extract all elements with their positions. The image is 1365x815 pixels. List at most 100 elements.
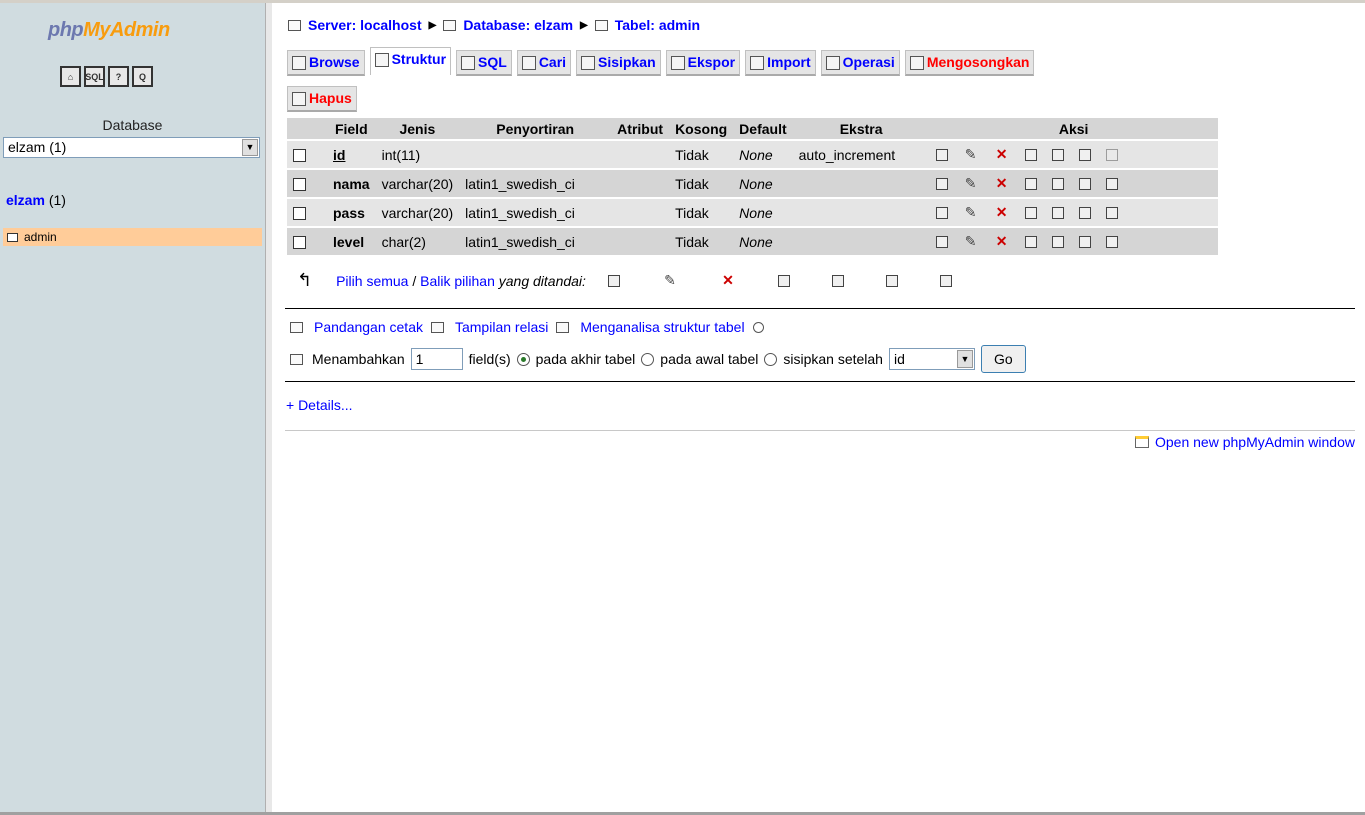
uncheck-all-link[interactable]: Balik pilihan: [420, 273, 495, 289]
fulltext-icon[interactable]: [1105, 235, 1118, 248]
index-icon[interactable]: [1078, 148, 1091, 161]
fulltext-icon[interactable]: [939, 274, 952, 287]
row-checkbox[interactable]: [293, 207, 306, 221]
radio-at-end[interactable]: [516, 352, 530, 366]
edit-icon[interactable]: ✎: [963, 146, 979, 163]
analyze-structure-link[interactable]: Menganalisa struktur tabel: [580, 319, 744, 335]
after-field-select[interactable]: id ▼: [888, 348, 975, 370]
browse-icon: [292, 56, 306, 70]
browse-distinct-icon[interactable]: [935, 235, 948, 248]
quick-icons: ⌂ SQL ? Q: [60, 66, 153, 87]
open-new-window[interactable]: Open new phpMyAdmin window: [1135, 434, 1355, 450]
header-aksi: Aksi: [929, 118, 1218, 139]
edit-icon[interactable]: ✎: [662, 272, 678, 289]
tab-import[interactable]: Import: [745, 50, 816, 76]
add-fields-form: Menambahkan 1 field(s) pada akhir tabel …: [290, 345, 1026, 373]
browse-distinct-icon[interactable]: [935, 148, 948, 161]
row-checkbox[interactable]: [293, 236, 306, 250]
home-icon[interactable]: ⌂: [60, 66, 81, 87]
field-count-input[interactable]: 1: [410, 348, 463, 370]
field-collation: latin1_swedish_ci: [459, 228, 612, 255]
table-links: Pandangan cetak Tampilan relasi Menganal…: [290, 319, 764, 335]
primary-key-icon[interactable]: [1024, 177, 1037, 190]
print-view-link[interactable]: Pandangan cetak: [314, 319, 423, 335]
help-icon[interactable]: [752, 321, 764, 333]
tab-browse[interactable]: Browse: [287, 50, 365, 76]
fulltext-icon[interactable]: [1105, 177, 1118, 190]
database-label: Database: [102, 117, 163, 133]
database-name-link[interactable]: elzam (1): [6, 192, 66, 208]
delete-icon[interactable]: ✕: [994, 146, 1010, 163]
primary-key-icon[interactable]: [1024, 148, 1037, 161]
query-icon[interactable]: Q: [132, 66, 153, 87]
field-collation: [459, 141, 612, 168]
radio-after[interactable]: [764, 352, 778, 366]
arrow-up-left-icon: ↰: [297, 270, 313, 290]
insert-icon: [581, 56, 596, 70]
sql-icon[interactable]: SQL: [84, 66, 105, 87]
delete-icon[interactable]: ✕: [720, 272, 736, 289]
breadcrumb-table[interactable]: Tabel: admin: [615, 17, 700, 33]
open-new-window-link[interactable]: Open new phpMyAdmin window: [1155, 434, 1355, 450]
tab-sql[interactable]: SQL: [456, 50, 512, 76]
tab-cari[interactable]: Cari: [516, 50, 572, 76]
row-checkbox[interactable]: [293, 178, 306, 192]
delete-icon[interactable]: ✕: [994, 175, 1010, 192]
divider: [285, 381, 1355, 382]
go-button[interactable]: Go: [980, 345, 1026, 373]
unique-icon[interactable]: [831, 274, 844, 287]
index-icon[interactable]: [1078, 206, 1091, 219]
tab-hapus[interactable]: Hapus: [287, 86, 357, 112]
field-collation: latin1_swedish_ci: [459, 199, 612, 226]
fulltext-icon[interactable]: [1105, 206, 1118, 219]
edit-icon[interactable]: ✎: [963, 175, 979, 192]
unique-icon[interactable]: [1051, 235, 1064, 248]
operations-icon: [825, 56, 840, 70]
database-select[interactable]: elzam (1) ▼: [3, 137, 260, 158]
field-name: id: [327, 141, 376, 168]
row-checkbox[interactable]: [293, 149, 306, 163]
unique-icon[interactable]: [1051, 177, 1064, 190]
chevron-down-icon[interactable]: ▼: [242, 139, 258, 156]
phpmyadmin-logo[interactable]: phpMyAdmin: [48, 19, 170, 42]
tab-ekspor[interactable]: Ekspor: [665, 50, 741, 76]
help-icon[interactable]: ?: [108, 66, 129, 87]
index-icon[interactable]: [1078, 235, 1091, 248]
edit-icon[interactable]: ✎: [963, 233, 979, 250]
index-icon[interactable]: [885, 274, 898, 287]
unique-icon[interactable]: [1051, 148, 1064, 161]
browse-distinct-icon[interactable]: [607, 274, 620, 287]
primary-key-icon[interactable]: [777, 274, 790, 287]
breadcrumb-database[interactable]: Database: elzam: [463, 17, 573, 33]
index-icon[interactable]: [1078, 177, 1091, 190]
structure-icon: [374, 53, 389, 67]
tab-sisipkan[interactable]: Sisipkan: [576, 50, 661, 76]
check-all-link[interactable]: Pilih semua: [336, 273, 408, 289]
tab-operasi[interactable]: Operasi: [820, 50, 900, 76]
field-default: None: [733, 141, 793, 168]
primary-key-icon[interactable]: [1024, 206, 1037, 219]
primary-key-icon[interactable]: [1024, 235, 1037, 248]
browse-distinct-icon[interactable]: [935, 206, 948, 219]
table-icon: [594, 19, 608, 31]
browse-distinct-icon[interactable]: [935, 177, 948, 190]
relation-view-link[interactable]: Tampilan relasi: [455, 319, 548, 335]
radio-at-begin[interactable]: [641, 352, 655, 366]
field-extra: [792, 170, 930, 197]
new-window-icon: [1135, 436, 1149, 448]
unique-icon[interactable]: [1051, 206, 1064, 219]
frame-divider[interactable]: [265, 3, 272, 812]
chevron-down-icon[interactable]: ▼: [956, 350, 973, 368]
sidebar-item-admin[interactable]: admin: [3, 228, 262, 246]
details-link[interactable]: + Details...: [286, 397, 353, 413]
tab-struktur[interactable]: Struktur: [369, 47, 452, 75]
delete-icon[interactable]: ✕: [994, 204, 1010, 221]
at-end-label: pada akhir tabel: [535, 351, 636, 367]
with-selected-label: yang ditandai:: [498, 272, 586, 289]
breadcrumb-server[interactable]: Server: localhost: [308, 17, 422, 33]
structure-table: Field Jenis Penyortiran Atribut Kosong D…: [287, 116, 1218, 257]
field-null: Tidak: [669, 228, 734, 255]
tab-mengosongkan[interactable]: Mengosongkan: [904, 50, 1035, 76]
edit-icon[interactable]: ✎: [963, 204, 979, 221]
delete-icon[interactable]: ✕: [994, 233, 1010, 250]
